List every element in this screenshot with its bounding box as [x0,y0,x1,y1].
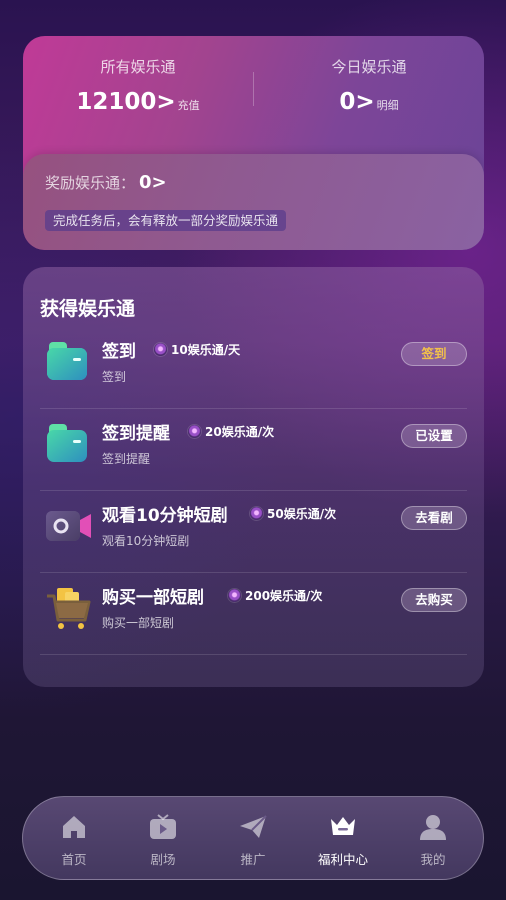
task-row-checkin: 签到 10娱乐通/天 签到 签到 [40,327,467,409]
balance-card: 所有娱乐通 12100> 充值 今日娱乐通 0> 明细 奖励娱乐通： 0> 完成… [23,36,484,250]
total-balance-value[interactable]: 12100> [76,89,175,115]
home-icon [63,816,85,838]
nav-item-mine[interactable]: 我的 [393,797,473,881]
wallet-icon [45,422,89,466]
task-subtitle: 签到 [102,370,127,384]
watch-button[interactable]: 去看剧 [401,506,467,530]
details-link[interactable]: 明细 [377,97,399,113]
task-name: 签到提醒 [102,424,170,444]
nav-label: 剧场 [150,852,176,867]
task-reward: 50娱乐通/次 [250,505,336,522]
nav-item-welfare[interactable]: 福利中心 [303,797,383,881]
reward-panel: 奖励娱乐通： 0> 完成任务后，会有释放一部分奖励娱乐通 [23,154,484,250]
task-reward: 20娱乐通/次 [188,423,274,440]
task-reward: 10娱乐通/天 [154,341,240,358]
gem-icon [250,507,263,520]
task-row-purchase: 购买一部短剧 200娱乐通/次 购买一部短剧 去购买 [40,573,467,655]
task-reward: 200娱乐通/次 [228,587,322,604]
total-balance-label: 所有娱乐通 [100,58,176,76]
today-balance[interactable]: 今日娱乐通 0> 明细 [254,56,484,115]
tasks-title: 获得娱乐通 [40,298,136,320]
row-divider [40,654,467,655]
task-name: 购买一部短剧 [102,588,204,608]
reward-label: 奖励娱乐通： [45,174,136,192]
task-reward-text: 50娱乐通/次 [267,507,337,521]
total-balance[interactable]: 所有娱乐通 12100> 充值 [23,56,253,115]
reward-balance[interactable]: 奖励娱乐通： 0> [45,172,167,193]
nav-label: 福利中心 [317,852,368,867]
today-balance-label: 今日娱乐通 [331,58,407,76]
task-subtitle: 签到提醒 [102,452,151,466]
task-reward-text: 200娱乐通/次 [245,589,323,603]
gem-icon [154,343,167,356]
reward-value[interactable]: 0> [139,172,167,193]
nav-label: 首页 [61,852,87,867]
task-row-watch: 观看10分钟短剧 50娱乐通/次 观看10分钟短剧 去看剧 [40,491,467,573]
user-icon [420,815,446,840]
task-reward-text: 10娱乐通/天 [171,343,241,357]
reward-note: 完成任务后，会有释放一部分奖励娱乐通 [45,210,287,231]
gem-icon [228,589,241,602]
today-balance-value[interactable]: 0> [339,89,374,115]
task-row-reminder: 签到提醒 20娱乐通/次 签到提醒 已设置 [40,409,467,491]
paper-plane-icon [240,815,267,838]
nav-item-home[interactable]: 首页 [34,797,114,881]
nav-label: 我的 [420,852,446,867]
task-reward-text: 20娱乐通/次 [205,425,275,439]
crown-icon [331,817,355,835]
gem-icon [188,425,201,438]
reminder-set-button[interactable]: 已设置 [401,424,467,448]
checkin-button[interactable]: 签到 [401,342,467,366]
task-name: 观看10分钟短剧 [102,506,228,526]
task-name: 签到 [102,342,136,362]
task-subtitle: 购买一部短剧 [102,616,175,630]
bottom-nav: 首页 剧场 推广 福利中心 我的 [22,796,484,880]
shopping-cart-icon [45,586,91,630]
nav-label: 推广 [240,852,266,867]
nav-item-promote[interactable]: 推广 [213,797,293,881]
purchase-button[interactable]: 去购买 [401,588,467,612]
nav-item-theater[interactable]: 剧场 [123,797,203,881]
task-subtitle: 观看10分钟短剧 [102,534,190,548]
wallet-icon [45,340,89,384]
tv-play-icon [150,814,176,839]
tasks-card: 获得娱乐通 签到 10娱乐通/天 签到 签到 签到提醒 20娱乐通/次 签到提醒… [23,267,484,687]
video-camera-icon [45,504,91,548]
recharge-link[interactable]: 充值 [178,97,200,113]
